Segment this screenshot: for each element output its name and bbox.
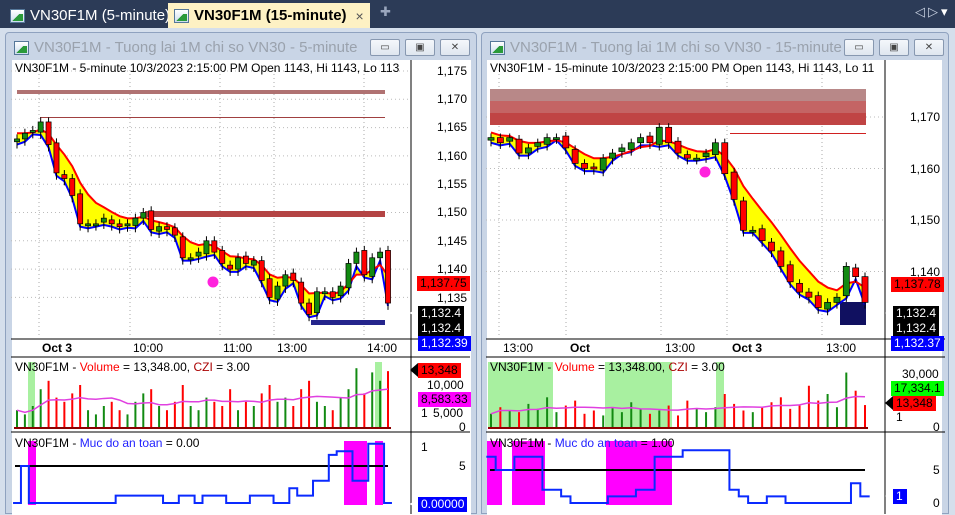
tab-bar: VN30F1M (5-minute) VN30F1M (15-minute) × … — [0, 0, 955, 28]
volume-header: VN30F1M - Volume = 13,348.00, CZI = 3.00 — [15, 360, 250, 374]
close-button[interactable]: ✕ — [440, 39, 470, 56]
czi-value: = 3.00 — [212, 360, 250, 374]
add-tab-icon[interactable]: ✚ — [380, 4, 391, 20]
minimize-button[interactable]: ▭ — [844, 39, 874, 56]
chart-icon — [174, 8, 189, 23]
price-header: VN30F1M - 15-minute 10/3/2023 2:15:00 PM… — [490, 61, 875, 75]
price-tick: 1,170 — [437, 92, 468, 106]
tab-label: VN30F1M (15-minute) — [194, 7, 347, 24]
symbol: VN30F1M - — [15, 436, 80, 450]
volume-ma-badge: 8,583.33 — [418, 392, 471, 407]
price-tick: 1,150 — [437, 205, 468, 219]
czi-label: CZI — [668, 360, 688, 374]
volume-value: = 13,348.00, — [594, 360, 669, 374]
price-tick: 1,155 — [437, 177, 468, 191]
volume-header: VN30F1M - Volume = 13,348.00, CZI = 3.00 — [490, 360, 725, 374]
symbol: VN30F1M - — [15, 360, 80, 374]
safety-tick: 5 — [933, 463, 940, 477]
next-tab-icon[interactable]: ▷ — [928, 4, 938, 20]
safety-tick: 1 — [421, 440, 428, 454]
chart-icon — [14, 40, 29, 55]
safety-badge: 1 — [885, 489, 907, 504]
volume-tick: 0 — [459, 420, 466, 434]
time-label: 14:00 — [367, 341, 398, 355]
volume-tick: 30,000 — [902, 367, 939, 381]
safety-value: = 1.00 — [637, 436, 675, 450]
volume-tick: 10,000 — [427, 378, 464, 392]
tab-15-minute[interactable]: VN30F1M (15-minute) × — [168, 3, 370, 28]
czi-label: CZI — [193, 360, 213, 374]
volume-ma-badge: 17,334.1 — [891, 381, 944, 396]
price-badge: 1,132.4 — [418, 321, 465, 336]
safety-tick: 0 — [933, 496, 940, 510]
time-label: Oct — [570, 341, 591, 355]
safety-tick: 5 — [459, 459, 466, 473]
volume-tick: 1 — [896, 410, 903, 424]
window-title-text: VN30F1M - Tuong lai 1M chi so VN30 - 5-m… — [34, 39, 358, 56]
last-price-badge: 1,137.78 — [891, 277, 944, 292]
time-label: 13:00 — [665, 341, 696, 355]
time-label: Oct 3 — [732, 341, 763, 355]
safety-header: VN30F1M - Muc do an toan = 1.00 — [490, 436, 674, 450]
symbol: VN30F1M - — [490, 436, 555, 450]
safety-badge: 0.00000 — [409, 497, 468, 512]
price-tick: 1,175 — [437, 64, 468, 78]
close-tab-icon[interactable]: × — [356, 8, 364, 24]
price-tick: 1,150 — [910, 213, 941, 227]
volume-tick: 0 — [933, 420, 940, 434]
window-title: VN30F1M - Tuong lai 1M chi so VN30 - 15-… — [490, 39, 842, 56]
time-label: Oct 3 — [42, 341, 73, 355]
price-tick: 1,145 — [437, 234, 468, 248]
tab-5-minute[interactable]: VN30F1M (5-minute) — [4, 3, 176, 28]
window-title-text: VN30F1M - Tuong lai 1M chi so VN30 - 15-… — [510, 39, 842, 56]
safety-label: Muc do an toan — [554, 436, 638, 450]
prev-tab-icon[interactable]: ◁ — [915, 4, 925, 20]
tab-menu-icon[interactable]: ▾ — [941, 4, 948, 20]
price-tick: 1,135 — [437, 291, 468, 305]
volume-tick: 5,000 — [433, 406, 464, 420]
time-label: 13:00 — [826, 341, 857, 355]
time-label: 11:00 — [223, 341, 253, 355]
price-badge: 1,132.37 — [891, 336, 944, 351]
maximize-button[interactable]: ▣ — [405, 39, 435, 56]
chart-icon — [490, 40, 505, 55]
volume-tick: 1 — [421, 406, 428, 420]
time-label: 13:00 — [277, 341, 308, 355]
volume-badge: 13,348 — [410, 363, 461, 378]
window-title: VN30F1M - Tuong lai 1M chi so VN30 - 5-m… — [14, 39, 357, 56]
price-tick: 1,140 — [437, 262, 468, 276]
last-price-badge: 1,137.75 — [417, 276, 470, 291]
price-tick: 1,160 — [437, 149, 468, 163]
volume-value: = 13,348.00, — [119, 360, 194, 374]
safety-value: = 0.00 — [162, 436, 200, 450]
price-badge: 1,132.4 — [884, 306, 940, 321]
time-label: 10:00 — [133, 341, 164, 355]
price-tick: 1,165 — [437, 120, 468, 134]
price-tick: 1,160 — [910, 162, 941, 176]
tab-label: VN30F1M (5-minute) — [30, 7, 171, 24]
safety-header: VN30F1M - Muc do an toan = 0.00 — [15, 436, 199, 450]
volume-label: Volume — [554, 360, 595, 374]
maximize-button[interactable]: ▣ — [879, 39, 909, 56]
safety-label: Muc do an toan — [79, 436, 163, 450]
czi-value: = 3.00 — [687, 360, 725, 374]
time-label: 13:00 — [503, 341, 534, 355]
symbol: VN30F1M - — [490, 360, 555, 374]
chart-icon — [10, 8, 25, 23]
price-badge: 1,132.4 — [893, 321, 940, 336]
price-tick: 1,170 — [910, 110, 941, 124]
volume-badge: 13,348 — [885, 396, 936, 411]
price-header: VN30F1M - 5-minute 10/3/2023 2:15:00 PM … — [15, 61, 400, 75]
close-button[interactable]: ✕ — [914, 39, 944, 56]
price-badge: 1,132.4 — [409, 306, 465, 321]
price-badge: 1,132.39 — [418, 336, 471, 351]
volume-label: Volume — [79, 360, 120, 374]
minimize-button[interactable]: ▭ — [370, 39, 400, 56]
